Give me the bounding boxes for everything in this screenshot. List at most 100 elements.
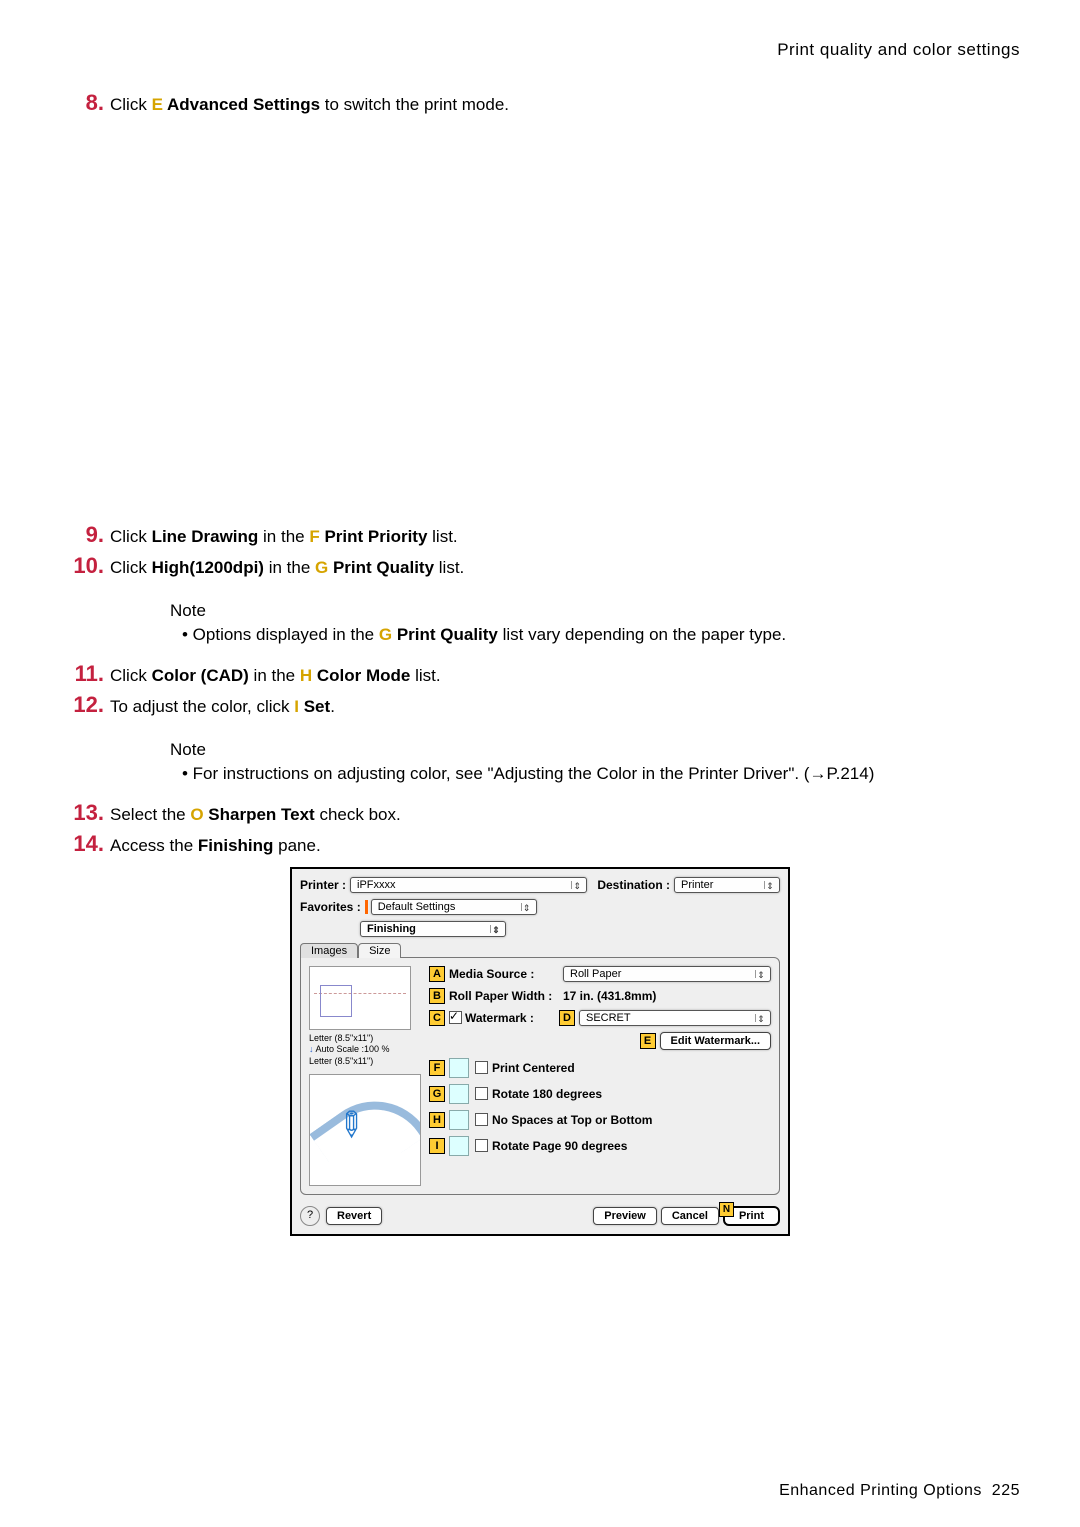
label-color-mode: Color Mode <box>312 666 410 685</box>
key-o: O <box>190 805 203 824</box>
thumb-line3: Letter (8.5"x11") <box>309 1056 429 1068</box>
step-text: Click Line Drawing in the F Print Priori… <box>110 524 458 550</box>
rotate-90-label: Rotate Page 90 degrees <box>492 1139 627 1153</box>
text: list. <box>427 527 457 546</box>
media-source-label: Media Source : <box>449 967 559 981</box>
tab-images[interactable]: Images <box>300 943 358 958</box>
key-d-marker: D <box>559 1010 575 1026</box>
printer-row: Printer : iPFxxxx Destination : Printer <box>300 877 780 893</box>
text: pane. <box>273 836 320 855</box>
key-h: H <box>300 666 312 685</box>
watermark-select[interactable]: SECRET <box>579 1010 771 1026</box>
dialog-bottom: ? Revert Preview Cancel N Print <box>300 1206 780 1226</box>
note-block-2: Note • For instructions on adjusting col… <box>170 740 1020 784</box>
roll-width-value: 17 in. (431.8mm) <box>563 989 656 1003</box>
destination-label: Destination : <box>597 878 670 892</box>
revert-button[interactable]: Revert <box>326 1207 382 1225</box>
options-column: A Media Source : Roll Paper B Roll Paper… <box>429 966 771 1186</box>
row-b: B Roll Paper Width : 17 in. (431.8mm) <box>429 988 771 1004</box>
label-print-priority: Print Priority <box>320 527 428 546</box>
favorites-label: Favorites : <box>300 900 361 914</box>
note-block-1: Note • Options displayed in the G Print … <box>170 601 1020 645</box>
print-dialog: Printer : iPFxxxx Destination : Printer … <box>290 867 790 1236</box>
watermark-checkbox[interactable] <box>449 1011 462 1024</box>
page-footer: Enhanced Printing Options 225 <box>779 1482 1020 1500</box>
step-text: Click High(1200dpi) in the G Print Quali… <box>110 555 464 581</box>
cancel-button[interactable]: Cancel <box>661 1207 719 1225</box>
step-9: 9. Click Line Drawing in the F Print Pri… <box>60 522 1020 550</box>
key-c-marker: C <box>429 1010 445 1026</box>
help-button[interactable]: ? <box>300 1206 320 1226</box>
text: list. <box>434 558 464 577</box>
no-spaces-checkbox[interactable] <box>475 1113 488 1126</box>
edit-watermark-button[interactable]: Edit Watermark... <box>660 1032 771 1050</box>
text: Click <box>110 527 152 546</box>
thumb-column: Letter (8.5"x11") ↓ Auto Scale :100 % Le… <box>309 966 429 1186</box>
step-11: 11. Click Color (CAD) in the H Color Mod… <box>60 661 1020 689</box>
text: list. <box>410 666 440 685</box>
key-b-marker: B <box>429 988 445 1004</box>
label-print-quality: Print Quality <box>392 625 498 644</box>
destination-select[interactable]: Printer <box>674 877 780 893</box>
watermark-label: Watermark : <box>465 1011 555 1025</box>
key-e: E <box>152 95 163 114</box>
rotate-90-checkbox[interactable] <box>475 1139 488 1152</box>
text: Select the <box>110 805 190 824</box>
media-source-select[interactable]: Roll Paper <box>563 966 771 982</box>
no-spaces-icon <box>449 1110 469 1130</box>
label-high-1200: High(1200dpi) <box>152 558 264 577</box>
note-bullet: • For instructions on adjusting color, s… <box>182 764 1020 784</box>
step-number: 9. <box>60 522 110 548</box>
favorites-select[interactable]: Default Settings <box>371 899 537 915</box>
printer-select[interactable]: iPFxxxx <box>350 877 587 893</box>
key-i-marker: I <box>429 1138 445 1154</box>
print-centered-icon <box>449 1058 469 1078</box>
step-10: 10. Click High(1200dpi) in the G Print Q… <box>60 553 1020 581</box>
tabs: ImagesSize Letter (8.5"x11") ↓ Auto Scal… <box>300 943 780 1196</box>
tab-size[interactable]: Size <box>358 943 401 958</box>
step-number: 13. <box>60 800 110 826</box>
thumb-line1: Letter (8.5"x11") <box>309 1033 429 1045</box>
step-14: 14. Access the Finishing pane. <box>60 831 1020 859</box>
thumb-info: Letter (8.5"x11") ↓ Auto Scale :100 % Le… <box>309 1033 429 1068</box>
key-f: F <box>309 527 319 546</box>
label-line-drawing: Line Drawing <box>152 527 259 546</box>
step-13: 13. Select the O Sharpen Text check box. <box>60 800 1020 828</box>
pane-select-row: Finishing <box>360 921 780 937</box>
dialog-screenshot: Printer : iPFxxxx Destination : Printer … <box>60 867 1020 1236</box>
pane-select[interactable]: Finishing <box>360 921 506 937</box>
rotate-180-checkbox[interactable] <box>475 1087 488 1100</box>
preview-image <box>309 1074 421 1186</box>
row-f: F Print Centered <box>429 1058 771 1078</box>
text: Click <box>110 558 152 577</box>
footer-text: Enhanced Printing Options <box>779 1482 982 1499</box>
key-g: G <box>315 558 328 577</box>
step-number: 11. <box>60 661 110 687</box>
row-e: E Edit Watermark... <box>429 1032 771 1050</box>
key-f-marker: F <box>429 1060 445 1076</box>
label-finishing: Finishing <box>198 836 274 855</box>
label-sharpen-text: Sharpen Text <box>204 805 315 824</box>
page-number: 225 <box>992 1482 1020 1499</box>
note-label: Note <box>170 601 1020 621</box>
rotate-180-label: Rotate 180 degrees <box>492 1087 602 1101</box>
text: in the <box>249 666 300 685</box>
note-bullet: • Options displayed in the G Print Quali… <box>182 625 1020 645</box>
row-c: C Watermark : D SECRET <box>429 1010 771 1026</box>
down-arrow-icon: ↓ <box>309 1044 314 1054</box>
step-text: Select the O Sharpen Text check box. <box>110 802 401 828</box>
key-h-marker: H <box>429 1112 445 1128</box>
row-h: H No Spaces at Top or Bottom <box>429 1110 771 1130</box>
step-8: 8. Click E Advanced Settings to switch t… <box>60 90 1020 118</box>
label-color-cad: Color (CAD) <box>152 666 249 685</box>
preview-button[interactable]: Preview <box>593 1207 657 1225</box>
step-text: Click E Advanced Settings to switch the … <box>110 92 509 118</box>
label-set: Set <box>299 697 330 716</box>
step-number: 8. <box>60 90 110 116</box>
tab-panel: Letter (8.5"x11") ↓ Auto Scale :100 % Le… <box>300 957 780 1195</box>
print-centered-checkbox[interactable] <box>475 1061 488 1074</box>
step-number: 12. <box>60 692 110 718</box>
printer-label: Printer : <box>300 878 346 892</box>
text: list vary depending on the paper type. <box>498 625 786 644</box>
spacer <box>60 122 1020 522</box>
